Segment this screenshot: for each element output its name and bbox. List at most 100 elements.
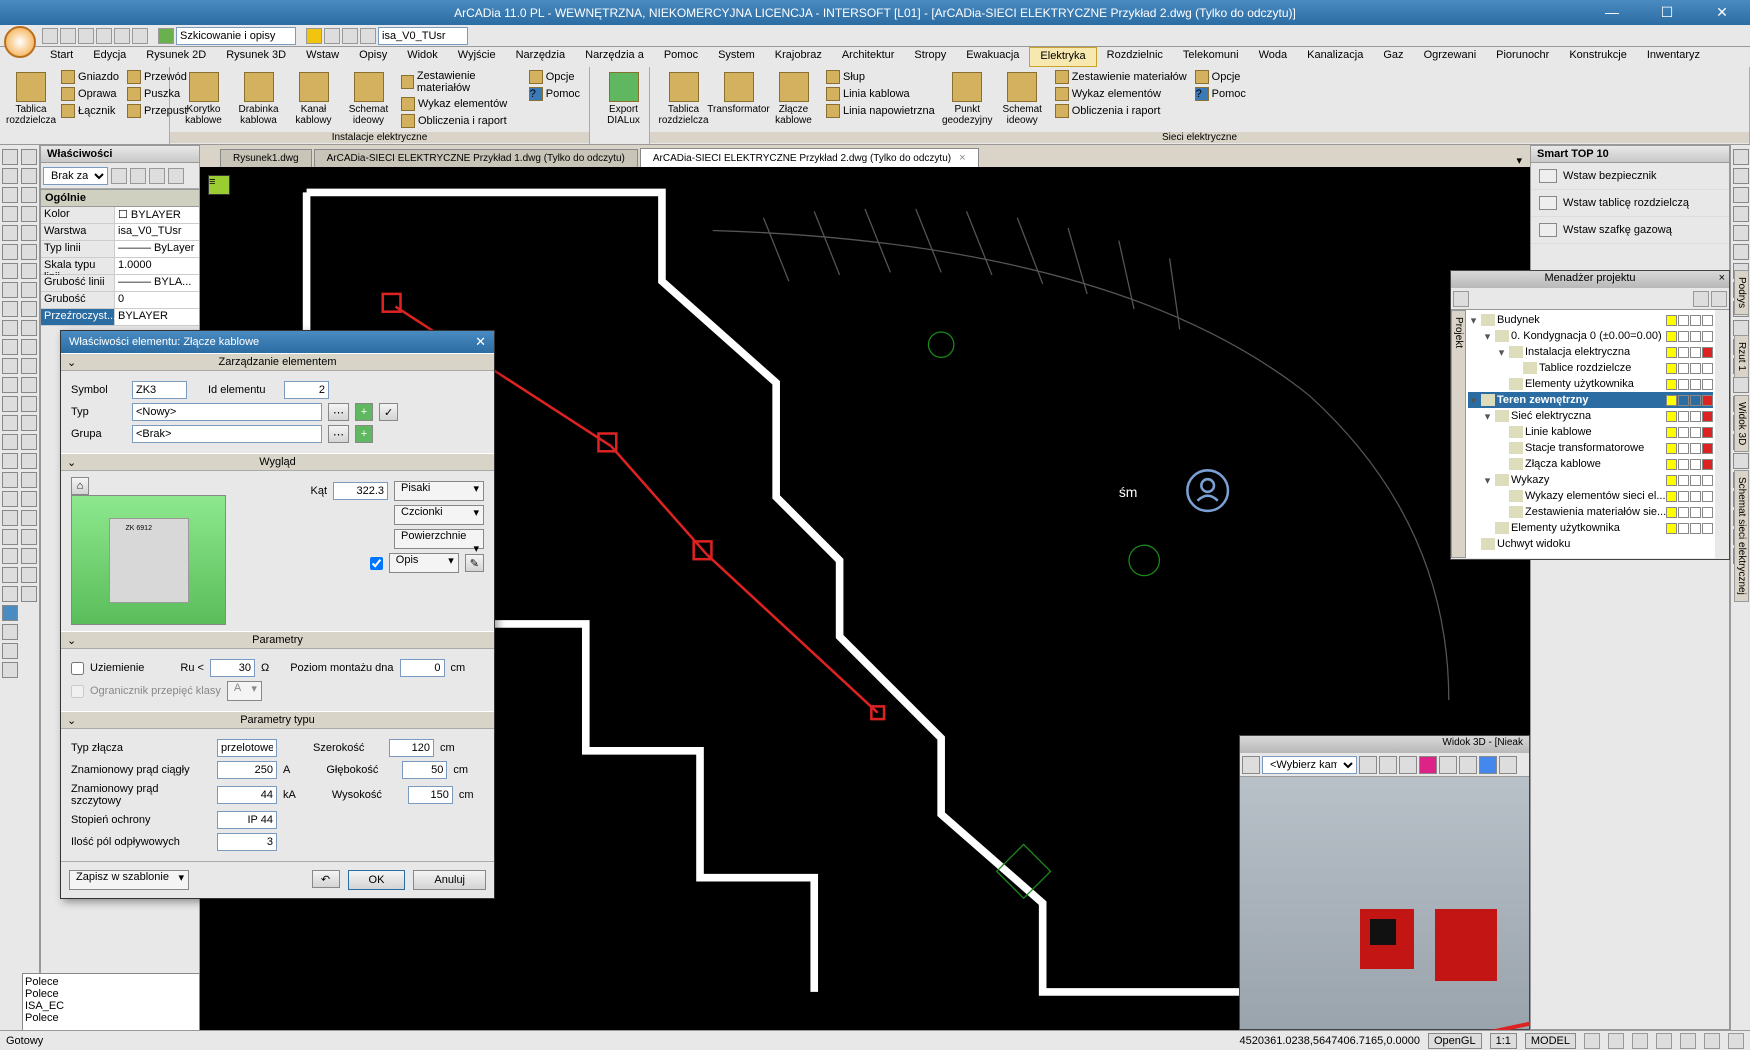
props-tbtn-3[interactable] bbox=[149, 168, 165, 184]
menu-piorunochr[interactable]: Piorunochr bbox=[1486, 47, 1559, 67]
rtool-12[interactable] bbox=[1733, 377, 1749, 393]
uziemienie-checkbox[interactable] bbox=[71, 662, 84, 675]
sb-icon-5[interactable] bbox=[1680, 1033, 1696, 1049]
v3d-home-icon[interactable] bbox=[1242, 756, 1260, 774]
sb-icon-7[interactable] bbox=[1728, 1033, 1744, 1049]
menu-edycja[interactable]: Edycja bbox=[83, 47, 136, 67]
menu-elektryka[interactable]: Elektryka bbox=[1029, 47, 1096, 67]
tool2-13[interactable] bbox=[21, 396, 37, 412]
tool-9[interactable] bbox=[2, 320, 18, 336]
tool-10[interactable] bbox=[2, 339, 18, 355]
ribbon-pomoc-2[interactable]: ?Pomoc bbox=[1192, 86, 1249, 102]
type-input[interactable] bbox=[217, 786, 277, 804]
menu-wyjście[interactable]: Wyjście bbox=[448, 47, 506, 67]
tool-5[interactable] bbox=[2, 244, 18, 260]
pm-tree[interactable]: ▾Budynek▾0. Kondygnacja 0 (±0.00=0.00)▾I… bbox=[1466, 310, 1715, 558]
v3d-b7[interactable] bbox=[1479, 756, 1497, 774]
tool-1[interactable] bbox=[2, 168, 18, 184]
tool-0[interactable] bbox=[2, 149, 18, 165]
grupa-add-btn[interactable]: + bbox=[355, 425, 373, 443]
tabs-dropdown-icon[interactable]: ▾ bbox=[1516, 154, 1522, 167]
smart-item[interactable]: Wstaw tablicę rozdzielczą bbox=[1531, 190, 1729, 217]
ribbon-opcje-2[interactable]: Opcje bbox=[1192, 69, 1249, 85]
tool2-1[interactable] bbox=[21, 168, 37, 184]
menu-kanalizacja[interactable]: Kanalizacja bbox=[1297, 47, 1373, 67]
menu-gaz[interactable]: Gaz bbox=[1373, 47, 1413, 67]
pm-side-tab[interactable]: Projekt bbox=[1451, 310, 1466, 558]
tool2-23[interactable] bbox=[21, 586, 37, 602]
tool-19[interactable] bbox=[2, 510, 18, 526]
pm-close-icon[interactable]: × bbox=[1719, 272, 1725, 284]
minimize-button[interactable]: — bbox=[1592, 4, 1632, 21]
typ-input[interactable] bbox=[132, 403, 322, 421]
tool2-17[interactable] bbox=[21, 472, 37, 488]
sb-icon-3[interactable] bbox=[1632, 1033, 1648, 1049]
type-input[interactable] bbox=[217, 739, 277, 757]
maximize-button[interactable]: ☐ bbox=[1647, 4, 1687, 21]
tool2-9[interactable] bbox=[21, 320, 37, 336]
menu-ogrzewani[interactable]: Ogrzewani bbox=[1414, 47, 1487, 67]
qa-icon-1[interactable] bbox=[324, 28, 340, 44]
type-input-r[interactable] bbox=[408, 786, 453, 804]
tool-11[interactable] bbox=[2, 358, 18, 374]
vtab-rzut1[interactable]: Rzut 1 bbox=[1734, 335, 1749, 378]
tool2-21[interactable] bbox=[21, 548, 37, 564]
prop-row[interactable]: Grubość linii——— BYLA... bbox=[41, 275, 199, 292]
vtab-podrys[interactable]: Podrys bbox=[1734, 270, 1749, 315]
menu-system[interactable]: System bbox=[708, 47, 765, 67]
pm-tbtn-3[interactable] bbox=[1711, 291, 1727, 307]
tool2-18[interactable] bbox=[21, 491, 37, 507]
sb-icon-4[interactable] bbox=[1656, 1033, 1672, 1049]
tool2-8[interactable] bbox=[21, 301, 37, 317]
v3d-camera[interactable]: <Wybierz kamerę> bbox=[1262, 756, 1357, 774]
sb-icon-1[interactable] bbox=[1584, 1033, 1600, 1049]
sb-icon-6[interactable] bbox=[1704, 1033, 1720, 1049]
tool-2[interactable] bbox=[2, 187, 18, 203]
tool-7[interactable] bbox=[2, 282, 18, 298]
tool-22[interactable] bbox=[2, 567, 18, 583]
dlg-undo-btn[interactable]: ↶ bbox=[312, 870, 340, 888]
v3d-b3[interactable] bbox=[1399, 756, 1417, 774]
menu-rysunek 2d[interactable]: Rysunek 2D bbox=[136, 47, 216, 67]
tool-26[interactable] bbox=[2, 643, 18, 659]
qa-icon-2[interactable] bbox=[342, 28, 358, 44]
qa-open-icon[interactable] bbox=[60, 28, 76, 44]
status-opengl[interactable]: OpenGL bbox=[1428, 1033, 1482, 1049]
doc-tab[interactable]: ArCADia-SIECI ELEKTRYCZNE Przykład 2.dwg… bbox=[640, 148, 979, 167]
tool-16[interactable] bbox=[2, 453, 18, 469]
type-input[interactable] bbox=[217, 833, 277, 851]
tool-20[interactable] bbox=[2, 529, 18, 545]
ribbon-Obliczenia i raport[interactable]: Obliczenia i raport bbox=[1052, 103, 1190, 119]
qa-layer-combo[interactable] bbox=[378, 27, 468, 45]
tool2-0[interactable] bbox=[21, 149, 37, 165]
rtool-3[interactable] bbox=[1733, 206, 1749, 222]
ribbon-Oprawa[interactable]: Oprawa bbox=[58, 86, 122, 102]
opis-checkbox[interactable] bbox=[370, 557, 383, 570]
qa-print-icon[interactable] bbox=[96, 28, 112, 44]
tool2-6[interactable] bbox=[21, 263, 37, 279]
tool-13[interactable] bbox=[2, 396, 18, 412]
tool2-19[interactable] bbox=[21, 510, 37, 526]
prop-row[interactable]: Grubość0 bbox=[41, 292, 199, 309]
tool-8[interactable] bbox=[2, 301, 18, 317]
tool2-20[interactable] bbox=[21, 529, 37, 545]
v3d-b2[interactable] bbox=[1379, 756, 1397, 774]
smart-item[interactable]: Wstaw bezpiecznik bbox=[1531, 163, 1729, 190]
ribbon-Gniazdo[interactable]: Gniazdo bbox=[58, 69, 122, 85]
ribbon-Wykaz elementów[interactable]: Wykaz elementów bbox=[1052, 86, 1190, 102]
sb-icon-2[interactable] bbox=[1608, 1033, 1624, 1049]
menu-widok[interactable]: Widok bbox=[397, 47, 448, 67]
pm-tbtn-2[interactable] bbox=[1693, 291, 1709, 307]
doc-tab[interactable]: ArCADia-SIECI ELEKTRYCZNE Przykład 1.dwg… bbox=[314, 149, 638, 167]
menu-konstrukcje[interactable]: Konstrukcje bbox=[1559, 47, 1636, 67]
ribbon-pomoc[interactable]: ?Pomoc bbox=[526, 86, 583, 102]
menu-narzędzia[interactable]: Narzędzia bbox=[506, 47, 576, 67]
powierzchnie-select[interactable]: Powierzchnie bbox=[394, 529, 484, 549]
ribbon-Słup[interactable]: Słup bbox=[823, 69, 938, 85]
menu-krajobraz[interactable]: Krajobraz bbox=[765, 47, 832, 67]
tool2-16[interactable] bbox=[21, 453, 37, 469]
menu-inwentaryz[interactable]: Inwentaryz bbox=[1637, 47, 1710, 67]
prop-row[interactable]: Skala typu linii1.0000 bbox=[41, 258, 199, 275]
pm-tbtn-1[interactable] bbox=[1453, 291, 1469, 307]
ru-input[interactable] bbox=[210, 659, 255, 677]
